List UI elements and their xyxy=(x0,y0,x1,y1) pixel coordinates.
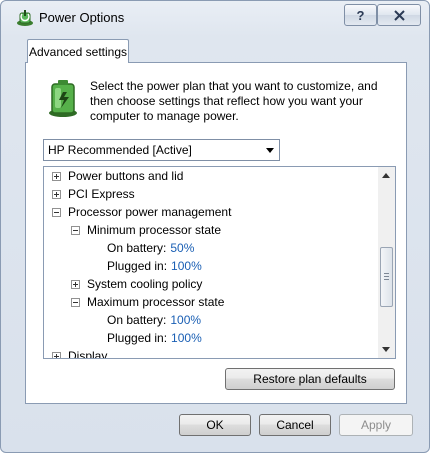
button-label: Apply xyxy=(360,418,392,432)
setting-label: Plugged in: xyxy=(107,259,168,273)
instructions-text: Select the power plan that you want to c… xyxy=(90,79,378,123)
button-label: OK xyxy=(206,418,224,432)
setting-value-link[interactable]: 100% xyxy=(171,331,202,345)
button-label: Cancel xyxy=(276,418,314,432)
tree-item-max-processor-state[interactable]: Maximum processor state xyxy=(71,293,224,311)
tree-item-min-on-battery[interactable]: On battery: 50% xyxy=(107,239,194,257)
setting-value-link[interactable]: 50% xyxy=(170,241,194,255)
collapse-icon[interactable] xyxy=(52,207,61,217)
setting-value-link[interactable]: 100% xyxy=(170,313,201,327)
tree-item-label: Power buttons and lid xyxy=(68,169,184,183)
tree-item-processor-power[interactable]: Processor power management xyxy=(52,203,231,221)
scroll-up-icon[interactable] xyxy=(382,173,390,178)
expand-icon[interactable] xyxy=(52,351,61,358)
setting-label: On battery: xyxy=(107,241,167,255)
power-options-window: Power Options ? Advanced settings Select… xyxy=(0,0,430,453)
scroll-down-icon[interactable] xyxy=(382,347,390,352)
vertical-scrollbar[interactable] xyxy=(378,167,395,358)
tree-item-label: Maximum processor state xyxy=(87,295,225,309)
expand-icon[interactable] xyxy=(71,279,80,289)
collapse-icon[interactable] xyxy=(71,297,80,307)
tree-item-min-plugged-in[interactable]: Plugged in: 100% xyxy=(107,257,202,275)
title-bar[interactable]: Power Options ? xyxy=(1,1,429,35)
tree-item-max-on-battery[interactable]: On battery: 100% xyxy=(107,311,201,329)
tree-item-max-plugged-in[interactable]: Plugged in: 100% xyxy=(107,329,202,347)
tree-item-system-cooling[interactable]: System cooling policy xyxy=(71,275,202,293)
expand-icon[interactable] xyxy=(52,171,61,181)
close-icon xyxy=(393,9,405,21)
setting-label: On battery: xyxy=(107,313,167,327)
scrollbar-thumb[interactable] xyxy=(380,247,393,307)
tree-item-pci-express[interactable]: PCI Express xyxy=(52,185,135,203)
tree-item-min-processor-state[interactable]: Minimum processor state xyxy=(71,221,221,239)
button-label: Restore plan defaults xyxy=(253,372,367,386)
battery-icon xyxy=(49,80,77,117)
window-title: Power Options xyxy=(39,10,125,25)
dropdown-arrow-icon xyxy=(266,148,274,153)
power-options-icon xyxy=(17,10,33,26)
power-plan-dropdown[interactable]: HP Recommended [Active] xyxy=(43,139,280,161)
setting-value-link[interactable]: 100% xyxy=(171,259,202,273)
tree-item-label: Display xyxy=(68,349,108,359)
help-icon: ? xyxy=(356,7,365,23)
settings-tree[interactable]: Power buttons and lid PCI Express Proces… xyxy=(43,166,396,359)
setting-label: Plugged in: xyxy=(107,331,168,345)
selected-plan: HP Recommended [Active] xyxy=(48,143,192,157)
tree-item-display[interactable]: Display xyxy=(52,347,108,359)
tree-item-label: System cooling policy xyxy=(87,277,203,291)
expand-icon[interactable] xyxy=(52,189,61,199)
tree-item-label: PCI Express xyxy=(68,187,135,201)
tree-item-power-buttons[interactable]: Power buttons and lid xyxy=(52,167,183,185)
restore-plan-defaults-button[interactable]: Restore plan defaults xyxy=(225,368,395,390)
ok-button[interactable]: OK xyxy=(179,414,251,436)
advanced-settings-panel: Select the power plan that you want to c… xyxy=(25,62,407,404)
apply-button[interactable]: Apply xyxy=(339,414,413,436)
cancel-button[interactable]: Cancel xyxy=(259,414,331,436)
tab-advanced-settings[interactable]: Advanced settings xyxy=(27,39,129,63)
help-button[interactable]: ? xyxy=(344,4,377,26)
close-button[interactable] xyxy=(377,4,421,26)
tab-label: Advanced settings xyxy=(28,44,128,59)
tree-item-label: Minimum processor state xyxy=(87,223,222,237)
tree-item-label: Processor power management xyxy=(68,205,232,219)
collapse-icon[interactable] xyxy=(71,225,80,235)
